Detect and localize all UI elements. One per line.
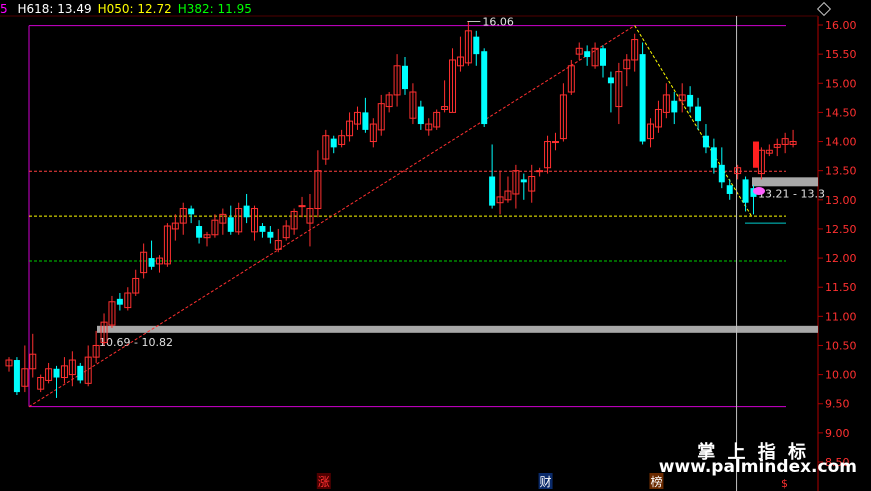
candle-body xyxy=(227,217,234,232)
candle-body xyxy=(188,208,195,215)
candle-body xyxy=(53,368,60,378)
candle-body xyxy=(551,141,559,144)
flower-marker-icon xyxy=(753,187,765,196)
candle-body xyxy=(726,185,733,194)
header-indicator: H050: 12.72 xyxy=(97,2,172,16)
header-indicator: H382: 11.95 xyxy=(177,2,252,16)
candle-body xyxy=(710,147,717,168)
y-tick-label: 15.50 xyxy=(825,48,857,61)
candle-body xyxy=(520,179,527,183)
candle-body xyxy=(13,360,20,393)
y-tick-label: 10.50 xyxy=(825,339,857,352)
peak-label: 16.06 xyxy=(482,16,514,29)
candle-body xyxy=(718,164,725,183)
candle-body xyxy=(330,138,337,148)
highlight-candle xyxy=(753,141,759,168)
bottom-marker-label: 财 xyxy=(540,475,552,489)
resistance-zone-label: 13.21 - 13.3 xyxy=(758,187,825,200)
candle-body xyxy=(695,106,702,122)
candle-body xyxy=(671,100,678,113)
retrace-line xyxy=(634,25,752,217)
candle-body xyxy=(687,94,694,107)
chart-header: 5 H618: 13.49 H050: 12.72 H382: 11.95 xyxy=(0,2,252,16)
candle-body xyxy=(600,48,606,66)
bottom-marker-label: 涨 xyxy=(318,474,330,489)
y-tick-label: 11.50 xyxy=(825,281,857,294)
candle-body xyxy=(243,205,250,218)
y-tick-label: 9.50 xyxy=(825,398,850,411)
watermark-url: www.palmindex.com xyxy=(658,457,857,477)
candle-body xyxy=(259,226,266,232)
candle-body xyxy=(362,112,369,130)
candle-body xyxy=(196,226,203,238)
candlestick-chart: 16.00 15.50 15.00 14.50 14.00 13.50 13.00 12.50… xyxy=(0,15,857,491)
y-tick-label: 10.00 xyxy=(825,369,857,382)
candle-body xyxy=(417,106,424,125)
candle-body xyxy=(77,365,84,381)
candle-body xyxy=(742,179,749,203)
y-tick-label: 12.50 xyxy=(825,223,857,236)
candle-body xyxy=(489,176,496,206)
y-tick-label: 14.50 xyxy=(825,106,857,119)
y-tick-label: 13.50 xyxy=(825,165,857,178)
candle-body xyxy=(473,36,480,55)
candle-body xyxy=(267,231,274,238)
candle-body xyxy=(639,54,646,142)
candle-body xyxy=(536,170,544,173)
support-zone-label: 10.69 - 10.82 xyxy=(99,336,173,349)
y-tick-label: 16.00 xyxy=(825,19,857,32)
support-zone-band xyxy=(97,325,818,333)
y-tick-label: 13.00 xyxy=(825,194,857,207)
edge-mark: 5 xyxy=(0,2,8,16)
candle-body xyxy=(298,205,306,208)
candle-body xyxy=(584,51,591,58)
y-tick-label: 14.00 xyxy=(825,136,857,149)
candle-body xyxy=(116,298,123,305)
y-tick-label: 9.00 xyxy=(825,427,850,440)
candle-body xyxy=(148,258,155,267)
y-tick-label: 12.00 xyxy=(825,252,857,265)
y-tick-label: 11.00 xyxy=(825,310,857,323)
candle-body xyxy=(702,135,709,148)
y-tick-label: 15.00 xyxy=(825,77,857,90)
footer-mark: $ xyxy=(781,477,788,490)
header-indicator: H618: 13.49 xyxy=(17,2,92,16)
candle-body xyxy=(607,77,614,84)
candle-body xyxy=(481,51,488,125)
candle-body xyxy=(402,65,408,90)
